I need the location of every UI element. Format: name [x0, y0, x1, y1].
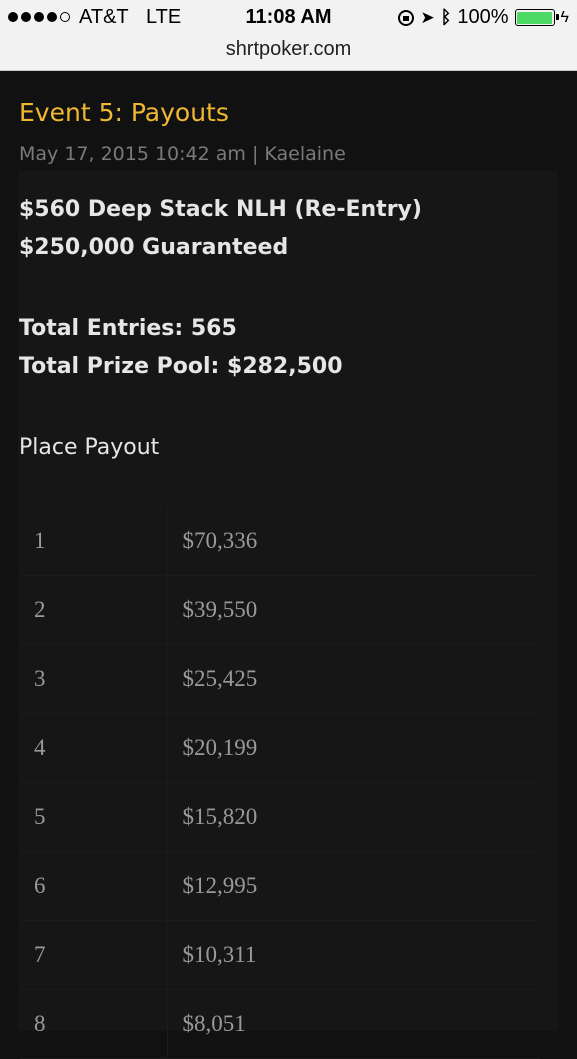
table-row: 7 $10,311 — [20, 920, 540, 990]
event-guarantee: $250,000 Guaranteed — [19, 235, 289, 260]
place-cell: 6 — [20, 851, 168, 921]
post-meta: May 17, 2015 10:42 am | Kaelaine — [19, 143, 346, 165]
place-cell: 1 — [20, 507, 168, 576]
status-icons: ➤ ᛒ 100% ϟ — [398, 6, 569, 29]
payout-cell: $15,820 — [167, 782, 540, 852]
payout-cell: $12,995 — [167, 851, 540, 921]
payout-cell: $20,199 — [167, 713, 540, 783]
table-row: 6 $12,995 — [20, 851, 540, 921]
bluetooth-icon: ᛒ — [440, 7, 452, 27]
place-cell: 3 — [20, 644, 168, 714]
payout-cell: $70,336 — [167, 507, 540, 576]
page-content: Event 5: Payouts May 17, 2015 10:42 am |… — [0, 71, 577, 1059]
table-row: 5 $15,820 — [20, 782, 540, 852]
table-row: 2 $39,550 — [20, 575, 540, 645]
post-title[interactable]: Event 5: Payouts — [19, 98, 229, 127]
table-row: 4 $20,199 — [20, 713, 540, 783]
status-bar: AT&T LTE 11:08 AM ➤ ᛒ 100% ϟ — [0, 0, 577, 36]
table-row: 1 $70,336 — [20, 507, 540, 576]
payout-cell: $25,425 — [167, 644, 540, 714]
rotation-lock-icon — [398, 9, 415, 26]
battery-percent: 100% — [457, 6, 509, 28]
place-cell: 8 — [20, 989, 168, 1059]
payout-table-header: Place Payout — [19, 435, 160, 460]
table-row: 8 $8,051 — [20, 989, 540, 1059]
total-prize-pool: Total Prize Pool: $282,500 — [19, 354, 343, 379]
place-cell: 5 — [20, 782, 168, 852]
charging-bolt-icon: ϟ — [560, 8, 569, 26]
location-arrow-icon: ➤ — [420, 7, 435, 27]
payout-cell: $39,550 — [167, 575, 540, 645]
place-cell: 7 — [20, 920, 168, 990]
address-bar[interactable]: shrtpoker.com — [0, 38, 577, 61]
battery-fill — [517, 11, 553, 24]
total-entries: Total Entries: 565 — [19, 316, 237, 341]
payout-cell: $10,311 — [167, 920, 540, 990]
event-name: $560 Deep Stack NLH (Re-Entry) — [19, 197, 422, 222]
place-cell: 2 — [20, 575, 168, 645]
payout-table: 1 $70,336 2 $39,550 3 $25,425 4 $20,199 … — [20, 507, 540, 1059]
payout-cell: $8,051 — [167, 989, 540, 1059]
table-row: 3 $25,425 — [20, 644, 540, 714]
place-cell: 4 — [20, 713, 168, 783]
browser-top-bar: AT&T LTE 11:08 AM ➤ ᛒ 100% ϟ shrtpoker.c… — [0, 0, 577, 71]
battery-icon — [514, 9, 559, 26]
